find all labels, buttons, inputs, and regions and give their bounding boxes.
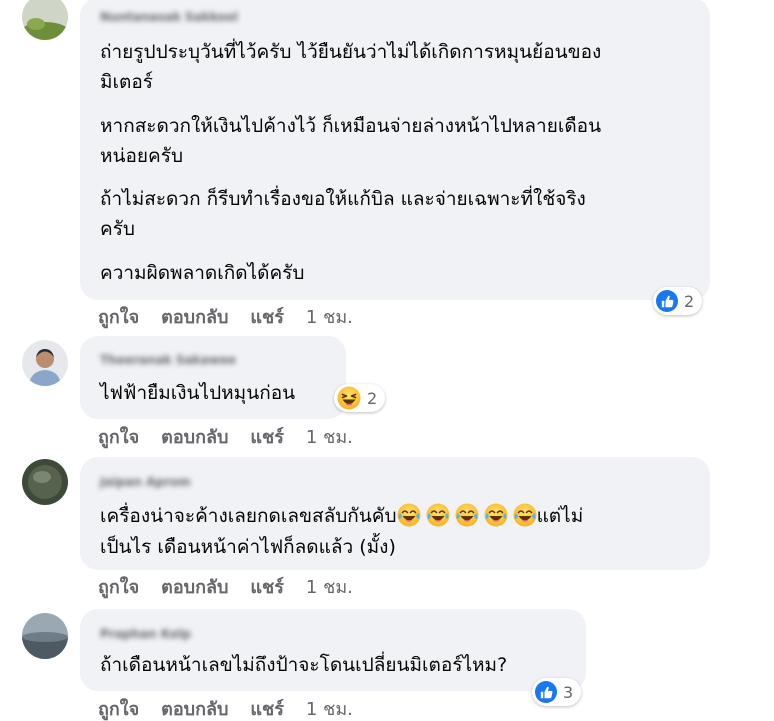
comment-bubble: Theeranak Sakawee ไฟฟ้ายืมเงินไปหมุนก่อน — [80, 336, 346, 419]
share-link[interactable]: แชร์ — [250, 699, 284, 721]
share-link[interactable]: แชร์ — [250, 307, 284, 329]
reply-link[interactable]: ตอบกลับ — [161, 307, 228, 329]
avatar[interactable] — [22, 459, 68, 505]
timestamp-link[interactable]: 1 ชม. — [306, 307, 353, 329]
comment-bubble: Nuntanasak Sakkool ถ่ายรูปประบุวันที่ไว้… — [80, 0, 710, 300]
like-link[interactable]: ถูกใจ — [98, 427, 139, 449]
timestamp-link[interactable]: 1 ชม. — [306, 699, 353, 721]
share-link[interactable]: แชร์ — [250, 427, 284, 449]
comment-text-line: ถ้าไม่สะดวก ก็รีบทำเรื่องขอให้แก้บิล และ… — [100, 188, 586, 210]
comment-text-line: ครับ — [100, 218, 135, 240]
reply-link[interactable]: ตอบกลับ — [161, 699, 228, 721]
like-link[interactable]: ถูกใจ — [98, 307, 139, 329]
comment-text-line: เครื่องน่าจะค้างเลยกดเลขสลับกันคับ แต่ไม่ — [100, 501, 583, 531]
comment-actions: ถูกใจ ตอบกลับ แชร์ 1 ชม. — [98, 577, 353, 599]
comment-text-line: หน่อยครับ — [100, 145, 184, 167]
like-link[interactable]: ถูกใจ — [98, 577, 139, 599]
comment-text-line: ถ่ายรูปประบุวันที่ไว้ครับ ไว้ยืนยันว่าไม… — [100, 41, 602, 63]
like-icon — [535, 681, 557, 703]
laughing-tears-emoji-icon — [484, 503, 508, 527]
reaction-summary[interactable]: 2 — [653, 287, 703, 315]
laughing-tears-emoji-icon — [426, 503, 450, 527]
timestamp-link[interactable]: 1 ชม. — [306, 577, 353, 599]
comment-text: ไฟฟ้ายืมเงินไปหมุนก่อน — [100, 382, 296, 404]
laughing-tears-emoji-icon — [513, 503, 537, 527]
share-link[interactable]: แชร์ — [250, 577, 284, 599]
timestamp-link[interactable]: 1 ชม. — [306, 427, 353, 449]
comment-text-line: ความผิดพลาดเกิดได้ครับ — [100, 262, 305, 284]
reaction-summary[interactable]: 2 — [334, 384, 386, 412]
reaction-count: 3 — [563, 682, 574, 702]
comment-author[interactable]: Jaipan Aprom — [100, 475, 191, 489]
laughing-tears-emoji-icon — [455, 503, 479, 527]
reaction-count: 2 — [684, 291, 695, 311]
avatar[interactable] — [22, 613, 68, 659]
comment-actions: ถูกใจ ตอบกลับ แชร์ 1 ชม. — [98, 427, 353, 449]
comment-text-line: มิเตอร์ — [100, 71, 153, 93]
comment-actions: ถูกใจ ตอบกลับ แชร์ 1 ชม. — [98, 699, 353, 721]
avatar[interactable] — [22, 0, 68, 40]
comment-actions: ถูกใจ ตอบกลับ แชร์ 1 ชม. — [98, 307, 353, 329]
comment-author[interactable]: Nuntanasak Sakkool — [100, 10, 238, 24]
comment-author[interactable]: Theeranak Sakawee — [100, 353, 236, 367]
reaction-count: 2 — [367, 388, 378, 408]
reply-link[interactable]: ตอบกลับ — [161, 427, 228, 449]
comment-text-segment: เครื่องน่าจะค้างเลยกดเลขสลับกันคับ — [100, 505, 397, 527]
comment-text-line: เป็นไร เดือนหน้าค่าไฟก็ลดแล้ว (มั้ง) — [100, 536, 396, 558]
comment-bubble: Praphan Kolp ถ้าเดือนหน้าเลขไม่ถึงป้าจะโ… — [80, 609, 586, 691]
comment-author[interactable]: Praphan Kolp — [100, 627, 191, 641]
haha-icon — [337, 386, 361, 410]
comment-text-segment: แต่ไม่ — [536, 505, 584, 527]
reply-link[interactable]: ตอบกลับ — [161, 577, 228, 599]
comment-text: ถ้าเดือนหน้าเลขไม่ถึงป้าจะโดนเปลี่ยนมิเต… — [100, 654, 508, 676]
laughing-tears-emoji-icon — [397, 503, 421, 527]
comment-text-line: หากสะดวกให้เงินไปค้างไว้ ก็เหมือนจ่ายล่า… — [100, 115, 602, 137]
like-icon — [656, 290, 678, 312]
reaction-summary[interactable]: 3 — [532, 678, 582, 706]
like-link[interactable]: ถูกใจ — [98, 699, 139, 721]
avatar[interactable] — [22, 340, 68, 386]
comment-bubble: Jaipan Aprom เครื่องน่าจะค้างเลยกดเลขสลั… — [80, 457, 710, 570]
